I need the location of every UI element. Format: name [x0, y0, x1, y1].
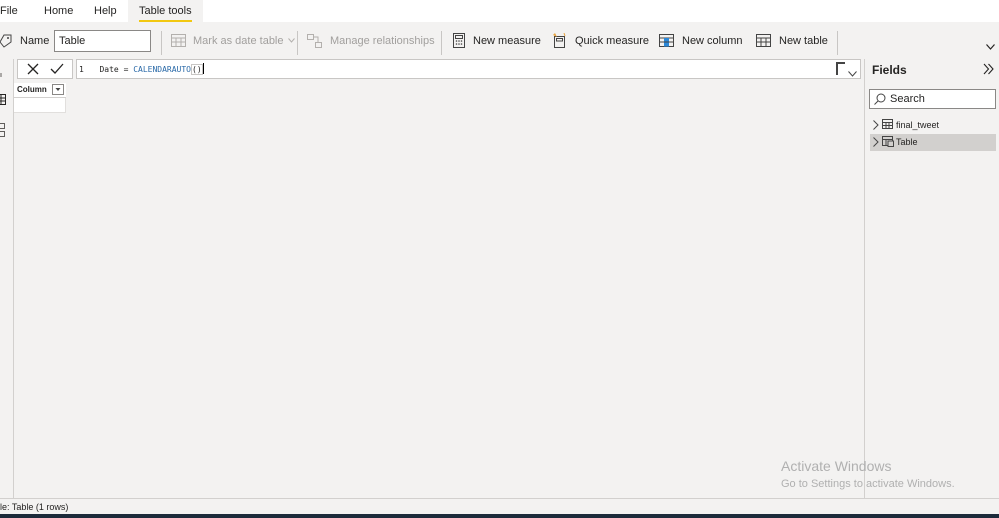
column-filter-dropdown-icon[interactable] [52, 84, 64, 95]
table-icon [756, 34, 771, 47]
field-table-item[interactable]: final_tweet [870, 117, 996, 134]
status-bar: le: Table (1 rows) [0, 498, 999, 514]
name-label: Name [20, 34, 50, 47]
view-switcher-rail [0, 59, 14, 498]
ribbon-separator [837, 31, 838, 55]
fields-search-input[interactable]: Search [869, 89, 996, 109]
menu-file[interactable]: File [0, 5, 18, 17]
column-header-label: Column [17, 85, 47, 94]
table-name-input[interactable] [54, 30, 151, 52]
watermark-title: Activate Windows [781, 458, 892, 474]
new-column-label: New column [682, 34, 743, 47]
formula-scroll-marker-icon [836, 62, 845, 78]
formula-text: 1 Date = CALENDARAUTO() [79, 63, 204, 75]
activation-watermark: Activate Windows Go to Settings to activ… [781, 458, 955, 490]
mark-as-date-table-button[interactable]: Mark as date table [171, 22, 295, 59]
text-cursor [202, 63, 204, 74]
calendar-icon [171, 34, 186, 47]
new-measure-button[interactable]: New measure [453, 22, 541, 59]
field-table-name: final_tweet [896, 120, 940, 130]
fields-title: Fields [872, 63, 907, 77]
status-text: le: Table (1 rows) [0, 502, 69, 512]
watermark-subtitle: Go to Settings to activate Windows. [781, 478, 955, 490]
manage-relationships-button[interactable]: Manage relationships [307, 22, 435, 59]
formula-editor[interactable]: 1 Date = CALENDARAUTO() [76, 59, 861, 79]
new-table-label: New table [779, 34, 828, 47]
calculated-table-icon [882, 136, 894, 149]
formula-line-number: 1 [79, 65, 84, 74]
field-table-item-selected[interactable]: Table [870, 134, 996, 151]
quick-measure-icon [552, 33, 567, 48]
chevron-right-icon[interactable] [873, 120, 879, 132]
expand-formula-chevron-icon[interactable] [848, 66, 857, 80]
menu-help[interactable]: Help [94, 5, 117, 17]
model-view-icon[interactable] [0, 123, 6, 140]
mark-as-date-table-label: Mark as date table [193, 34, 284, 47]
cancel-formula-x-icon[interactable] [27, 63, 39, 78]
commit-formula-check-icon[interactable] [50, 63, 64, 78]
data-view-icon[interactable] [0, 94, 6, 108]
column-icon [659, 34, 674, 47]
new-column-button[interactable]: New column [659, 22, 743, 59]
quick-measure-button[interactable]: Quick measure [552, 22, 649, 59]
quick-measure-label: Quick measure [575, 34, 649, 47]
report-view-icon[interactable] [0, 67, 5, 81]
ribbon-separator [161, 31, 162, 55]
ribbon-separator [297, 31, 298, 55]
tag-icon [0, 22, 12, 59]
chevron-right-icon[interactable] [873, 137, 879, 149]
search-placeholder: Search [890, 93, 925, 105]
formula-action-buttons [17, 59, 73, 79]
chevron-down-icon [287, 38, 295, 43]
menu-table-tools[interactable]: Table tools [128, 0, 203, 22]
calculator-icon [453, 33, 465, 48]
table-cell[interactable] [14, 98, 66, 113]
column-header[interactable]: Column [14, 83, 66, 98]
manage-relationships-label: Manage relationships [330, 34, 435, 47]
relationships-icon [307, 33, 322, 48]
formula-function: CALENDARAUTO [133, 65, 191, 74]
formula-parens: () [191, 64, 203, 75]
menu-home[interactable]: Home [44, 5, 73, 17]
os-taskbar [0, 514, 999, 518]
collapse-pane-chevrons-icon[interactable] [983, 63, 994, 78]
table-icon [882, 119, 893, 131]
ribbon-separator [441, 31, 442, 55]
field-table-name: Table [896, 137, 918, 147]
search-icon [874, 93, 886, 108]
formula-prefix: Date = [99, 65, 134, 74]
menu-bar: File Home Help Table tools [0, 0, 999, 22]
new-measure-label: New measure [473, 34, 541, 47]
new-table-button[interactable]: New table [756, 22, 828, 59]
ribbon: Name Mark as date table Manage relations… [0, 22, 999, 59]
fields-pane: Fields Search final_tweet Table [864, 59, 999, 498]
